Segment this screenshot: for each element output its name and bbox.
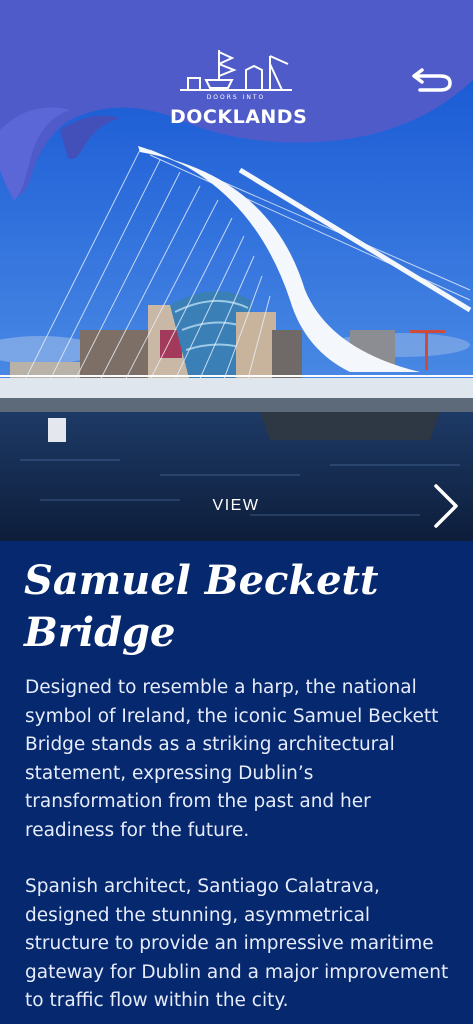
docklands-logo: DOORS INTO DOCKLANDS <box>170 44 308 132</box>
view-button[interactable]: VIEW <box>188 497 284 515</box>
page-title: Samuel Beckett Bridge <box>24 555 454 659</box>
undo-arrow-icon <box>412 68 452 92</box>
back-button[interactable] <box>410 60 456 100</box>
logo-tagline: DOORS INTO <box>206 94 266 101</box>
next-button[interactable] <box>428 482 462 530</box>
title-line-1: Samuel Beckett <box>24 557 379 604</box>
logo-wordmark: DOCKLANDS <box>170 106 308 128</box>
description-panel: Samuel Beckett Bridge Designed to resemb… <box>0 541 473 1024</box>
description-paragraph: Spanish architect, Santiago Calatrava, d… <box>25 876 449 1011</box>
chevron-right-icon <box>434 484 458 528</box>
title-line-2: Bridge <box>24 609 176 656</box>
hero-image-area: DOORS INTO DOCKLANDS VIEW <box>0 0 473 541</box>
description-paragraph: Designed to resemble a harp, the nationa… <box>25 677 439 841</box>
ship-skyline-icon <box>180 50 292 91</box>
